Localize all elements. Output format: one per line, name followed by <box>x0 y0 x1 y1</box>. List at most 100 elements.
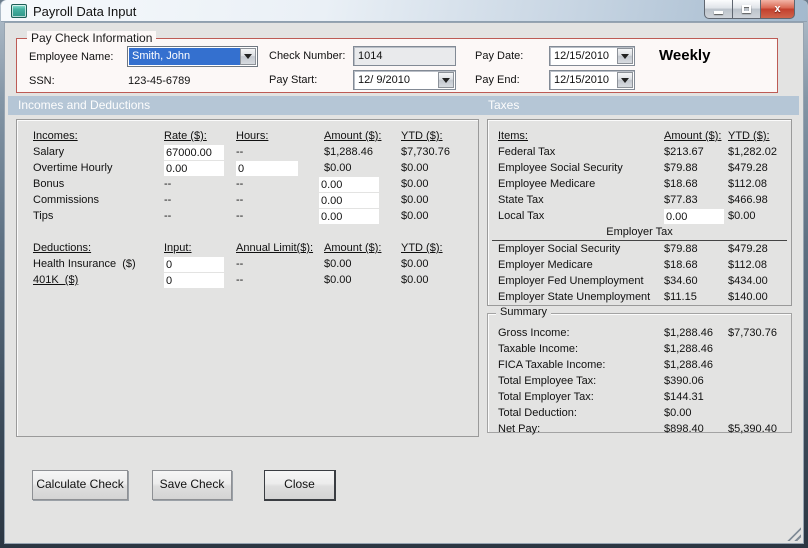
col-rate: Rate ($): <box>164 130 207 142</box>
bonus-hours: -- <box>236 178 244 190</box>
pay-date-dropdown-button[interactable] <box>617 48 633 64</box>
col-ytd: YTD ($): <box>401 242 443 254</box>
total-employee-tax-ytd <box>728 374 791 390</box>
chevron-down-icon <box>442 77 450 83</box>
income-label-bonus: Bonus <box>33 178 65 190</box>
net-pay-ytd: $5,390.40 <box>728 423 777 435</box>
taxes-header: Taxes <box>488 98 520 112</box>
state-tax-amount: $77.83 <box>664 194 698 206</box>
col-items: Items: <box>498 130 528 142</box>
pay-end-value: 12/15/2010 <box>554 74 610 86</box>
commissions-amount-input[interactable] <box>319 193 379 208</box>
col-amount: Amount ($): <box>324 130 382 142</box>
chevron-down-icon <box>621 77 629 83</box>
close-button[interactable]: Close <box>264 470 336 501</box>
check-number-label: Check Number: <box>269 50 346 62</box>
save-check-button[interactable]: Save Check <box>152 470 232 500</box>
pay-frequency-label: Weekly <box>659 47 711 64</box>
tips-amount-input[interactable] <box>319 209 379 224</box>
fica-taxable-income-ytd <box>728 358 791 374</box>
local-tax-ytd: $0.00 <box>728 210 756 222</box>
employee-medicare-label: Employee Medicare <box>498 178 596 190</box>
close-window-button[interactable]: x <box>760 0 795 19</box>
col-input: Input: <box>164 242 192 254</box>
resize-grip[interactable] <box>787 527 801 541</box>
calculate-check-button[interactable]: Calculate Check <box>32 470 128 500</box>
tips-ytd: $0.00 <box>401 210 429 222</box>
col-ytd: YTD ($): <box>401 130 443 142</box>
taxes-panel: Items: Amount ($): YTD ($): Federal Tax … <box>487 119 792 306</box>
commissions-ytd: $0.00 <box>401 194 429 206</box>
employee-name-combobox[interactable]: Smith, John <box>127 46 258 67</box>
employee-name-dropdown-button[interactable] <box>240 48 256 65</box>
summary-table: Gross Income: $1,288.46 $7,730.76 Taxabl… <box>488 314 791 438</box>
salary-rate-input[interactable] <box>164 145 224 160</box>
deduction-label-401k-link[interactable]: 401K ($) <box>33 273 164 289</box>
overtime-ytd: $0.00 <box>401 162 429 174</box>
income-label-overtime: Overtime Hourly <box>33 162 113 174</box>
total-employer-tax-ytd <box>728 390 791 406</box>
incomes-table: Incomes: Rate ($): Hours: Amount ($): YT… <box>17 120 478 225</box>
employee-name-label: Employee Name: <box>29 51 114 63</box>
health-insurance-amount: $0.00 <box>324 258 352 270</box>
commissions-rate: -- <box>164 194 172 206</box>
federal-tax-amount: $213.67 <box>664 146 704 158</box>
employer-fed-unemployment-ytd: $434.00 <box>728 275 768 287</box>
close-icon: x <box>774 3 781 15</box>
pay-date-datepicker[interactable]: 12/15/2010 <box>549 46 635 66</box>
income-label-commissions: Commissions <box>33 194 100 206</box>
health-insurance-ytd: $0.00 <box>401 258 429 270</box>
summary-legend: Summary <box>496 306 552 318</box>
title-bar[interactable]: Payroll Data Input x <box>1 0 807 22</box>
total-employee-tax-amount: $390.06 <box>664 375 704 387</box>
employer-state-unemployment-label: Employer State Unemployment <box>498 291 651 303</box>
gross-income-label: Gross Income: <box>498 327 570 339</box>
local-tax-input[interactable] <box>664 209 724 224</box>
401k-ytd: $0.00 <box>401 274 429 286</box>
employer-ss-ytd: $479.28 <box>728 243 768 255</box>
employee-name-value: Smith, John <box>129 48 240 65</box>
gross-income-ytd: $7,730.76 <box>728 327 777 339</box>
total-employer-tax-amount: $144.31 <box>664 391 704 403</box>
total-deduction-label: Total Deduction: <box>498 407 577 419</box>
maximize-button[interactable] <box>732 0 761 19</box>
bonus-ytd: $0.00 <box>401 178 429 190</box>
employee-medicare-ytd: $112.08 <box>728 178 767 190</box>
pay-date-value: 12/15/2010 <box>554 50 610 62</box>
tips-rate: -- <box>164 210 172 222</box>
client-area: Pay Check Information Employee Name: Smi… <box>4 22 804 544</box>
incomes-deductions-panel: Incomes: Rate ($): Hours: Amount ($): YT… <box>16 119 479 437</box>
pay-end-label: Pay End: <box>475 74 520 86</box>
employer-ss-amount: $79.88 <box>664 243 698 255</box>
app-icon <box>11 4 27 18</box>
401k-amount: $0.00 <box>324 274 352 286</box>
local-tax-label: Local Tax <box>498 210 545 222</box>
section-header-bar: Incomes and Deductions Taxes <box>8 96 799 115</box>
employee-ss-amount: $79.88 <box>664 162 698 174</box>
deduction-label-health-insurance: Health Insurance ($) <box>33 258 136 270</box>
minimize-button[interactable] <box>704 0 733 19</box>
pay-date-label: Pay Date: <box>475 50 524 62</box>
total-employer-tax-label: Total Employer Tax: <box>498 391 594 403</box>
pay-start-dropdown-button[interactable] <box>438 72 454 88</box>
maximize-icon <box>742 5 751 13</box>
payroll-window: Payroll Data Input x Pay Check Informati… <box>0 0 808 548</box>
incomes-deductions-header: Incomes and Deductions <box>18 98 151 112</box>
overtime-hours-input[interactable] <box>236 161 298 176</box>
bonus-rate: -- <box>164 178 172 190</box>
401k-input[interactable] <box>164 273 224 288</box>
overtime-rate-input[interactable] <box>164 161 224 176</box>
commissions-hours: -- <box>236 194 244 206</box>
col-ytd: YTD ($): <box>728 130 770 142</box>
health-insurance-input[interactable] <box>164 257 224 272</box>
col-incomes: Incomes: <box>33 130 78 142</box>
pay-end-dropdown-button[interactable] <box>617 72 633 88</box>
pay-start-datepicker[interactable]: 12/ 9/2010 <box>353 70 456 90</box>
bonus-amount-input[interactable] <box>319 177 379 192</box>
pay-end-datepicker[interactable]: 12/15/2010 <box>549 70 635 90</box>
col-deductions: Deductions: <box>33 242 92 254</box>
employer-fed-unemployment-label: Employer Fed Unemployment <box>498 275 644 287</box>
check-number-value: 1014 <box>358 50 383 62</box>
check-number-field[interactable]: 1014 <box>353 46 456 66</box>
total-employee-tax-label: Total Employee Tax: <box>498 375 597 387</box>
